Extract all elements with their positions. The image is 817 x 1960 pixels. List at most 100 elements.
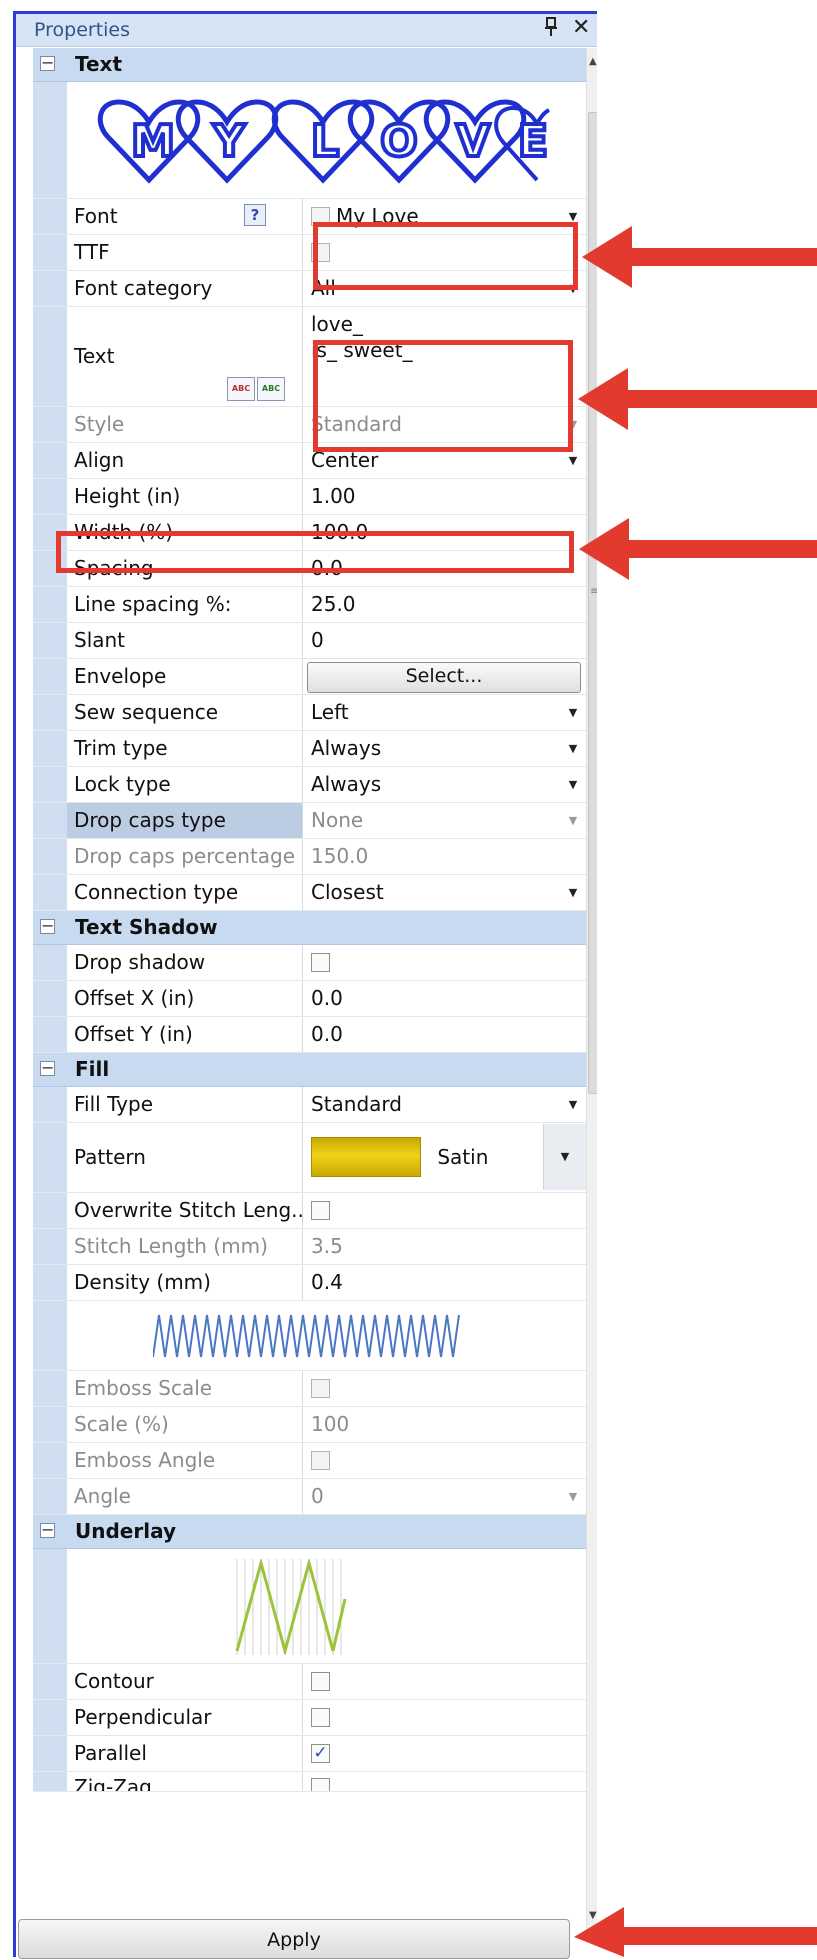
offset-x-input[interactable]: 0.0 <box>304 981 586 1016</box>
stitch-length-row: Stitch Length (mm) 3.5 <box>33 1229 586 1265</box>
pin-icon[interactable] <box>544 17 558 42</box>
density-input[interactable]: 0.4 <box>304 1265 586 1300</box>
collapse-icon[interactable]: − <box>40 1060 55 1076</box>
annotation-box-text <box>313 340 573 452</box>
zigzag-label: Zig-Zag <box>67 1772 303 1791</box>
zigzag-row: Zig-Zag <box>33 1772 586 1792</box>
apply-button[interactable]: Apply <box>18 1919 570 1959</box>
connection-type-row: Connection type Closest ▼ <box>33 875 586 911</box>
category-text-shadow[interactable]: − Text Shadow <box>33 911 586 945</box>
envelope-select-button[interactable]: Select... <box>307 662 581 693</box>
satin-swatch-image <box>311 1136 421 1177</box>
annotation-arrow-apply <box>574 1907 817 1957</box>
annotation-arrow-text <box>578 368 817 430</box>
scale-label: Scale (%) <box>67 1407 303 1442</box>
emboss-scale-row: Emboss Scale <box>33 1371 586 1407</box>
trim-type-select[interactable]: Always ▼ <box>304 731 586 766</box>
category-title: Text <box>75 52 123 76</box>
font-preview-image: M Y L O V E <box>97 99 550 184</box>
drop-caps-percentage-label: Drop caps percentage <box>67 839 303 874</box>
zigzag-checkbox[interactable] <box>311 1777 330 1791</box>
overwrite-stitch-checkbox[interactable] <box>311 1200 330 1220</box>
drop-caps-type-label: Drop caps type <box>67 803 303 838</box>
lock-type-select[interactable]: Always ▼ <box>304 767 586 802</box>
line-spacing-input[interactable]: 25.0 <box>304 587 586 622</box>
chevron-down-icon: ▼ <box>568 814 578 827</box>
annotation-box-font <box>313 222 578 290</box>
preview-letter: V <box>456 116 490 167</box>
density-label: Density (mm) <box>67 1265 303 1300</box>
help-icon[interactable]: ? <box>244 204 266 226</box>
angle-select: 0 ▼ <box>304 1479 586 1514</box>
offset-x-label: Offset X (in) <box>67 981 303 1016</box>
drop-caps-percentage-value: 150.0 <box>311 844 369 868</box>
property-grid: − Text M Y L O V E Font ? My Love ▼ TTF … <box>33 48 586 1792</box>
perpendicular-checkbox[interactable] <box>311 1707 330 1727</box>
line-spacing-row: Line spacing %: 25.0 <box>33 587 586 623</box>
drop-caps-type-row: Drop caps type None ▼ <box>33 803 586 839</box>
style-label: Style <box>67 407 303 442</box>
parallel-checkbox[interactable]: ✓ <box>311 1743 330 1763</box>
envelope-label: Envelope <box>67 659 303 694</box>
category-underlay[interactable]: − Underlay <box>33 1515 586 1549</box>
offset-y-row: Offset Y (in) 0.0 <box>33 1017 586 1053</box>
pattern-select[interactable]: Satin ▼ <box>304 1123 586 1192</box>
chevron-down-icon[interactable]: ▼ <box>543 1124 586 1190</box>
chevron-down-icon[interactable]: ▼ <box>563 452 583 470</box>
underlay-preview-image <box>235 1559 347 1655</box>
scroll-up-icon[interactable]: ▲ <box>589 56 597 67</box>
perpendicular-row: Perpendicular <box>33 1700 586 1736</box>
collapse-icon[interactable]: − <box>40 1522 55 1538</box>
scale-row: Scale (%) 100 <box>33 1407 586 1443</box>
parallel-row: Parallel ✓ <box>33 1736 586 1772</box>
chevron-down-icon[interactable]: ▼ <box>563 776 583 794</box>
perpendicular-label: Perpendicular <box>67 1700 303 1735</box>
overwrite-stitch-label: Overwrite Stitch Leng... <box>67 1193 303 1228</box>
category-text[interactable]: − Text <box>33 48 586 82</box>
fill-type-value: Standard <box>311 1092 402 1116</box>
height-input[interactable]: 1.00 <box>304 479 586 514</box>
height-label: Height (in) <box>67 479 303 514</box>
parallel-label: Parallel <box>67 1736 303 1771</box>
contour-checkbox[interactable] <box>311 1671 330 1691</box>
chevron-down-icon[interactable]: ▼ <box>563 704 583 722</box>
chevron-down-icon[interactable]: ▼ <box>563 884 583 902</box>
chevron-down-icon[interactable]: ▼ <box>563 1096 583 1114</box>
connection-type-value: Closest <box>311 880 384 904</box>
close-icon[interactable]: ✕ <box>572 15 590 40</box>
connection-type-label: Connection type <box>67 875 303 910</box>
drop-shadow-row: Drop shadow <box>33 945 586 981</box>
underlay-preview-row <box>33 1549 586 1664</box>
line-spacing-label: Line spacing %: <box>67 587 303 622</box>
sew-sequence-row: Sew sequence Left ▼ <box>33 695 586 731</box>
fill-type-select[interactable]: Standard ▼ <box>304 1087 586 1122</box>
align-label: Align <box>67 443 303 478</box>
connection-type-select[interactable]: Closest ▼ <box>304 875 586 910</box>
slant-row: Slant 0 <box>33 623 586 659</box>
sew-sequence-label: Sew sequence <box>67 695 303 730</box>
vertical-scrollbar[interactable]: ▲ ≡ ▼ <box>586 48 597 1930</box>
offset-x-row: Offset X (in) 0.0 <box>33 981 586 1017</box>
collapse-icon[interactable]: − <box>40 55 55 71</box>
fill-type-row: Fill Type Standard ▼ <box>33 1087 586 1123</box>
category-title: Fill <box>75 1057 110 1081</box>
category-fill[interactable]: − Fill <box>33 1053 586 1087</box>
panel-title: Properties <box>34 19 131 41</box>
fill-type-label: Fill Type <box>67 1087 303 1122</box>
contour-label: Contour <box>67 1664 303 1699</box>
annotation-box-height <box>56 531 574 573</box>
preview-letter: Y <box>212 116 246 167</box>
spellcheck-icon[interactable]: ABC <box>257 377 285 401</box>
drop-shadow-checkbox[interactable] <box>311 952 330 972</box>
sew-sequence-select[interactable]: Left ▼ <box>304 695 586 730</box>
offset-y-input[interactable]: 0.0 <box>304 1017 586 1052</box>
font-preview-row: M Y L O V E <box>33 82 586 199</box>
slant-input[interactable]: 0 <box>304 623 586 658</box>
scale-value: 100 <box>311 1412 350 1436</box>
emboss-angle-row: Emboss Angle <box>33 1443 586 1479</box>
chevron-down-icon[interactable]: ▼ <box>563 740 583 758</box>
lock-type-label: Lock type <box>67 767 303 802</box>
collapse-icon[interactable]: − <box>40 918 55 934</box>
abc-icon[interactable]: ABC <box>227 377 255 401</box>
preview-letter: E <box>518 116 548 167</box>
